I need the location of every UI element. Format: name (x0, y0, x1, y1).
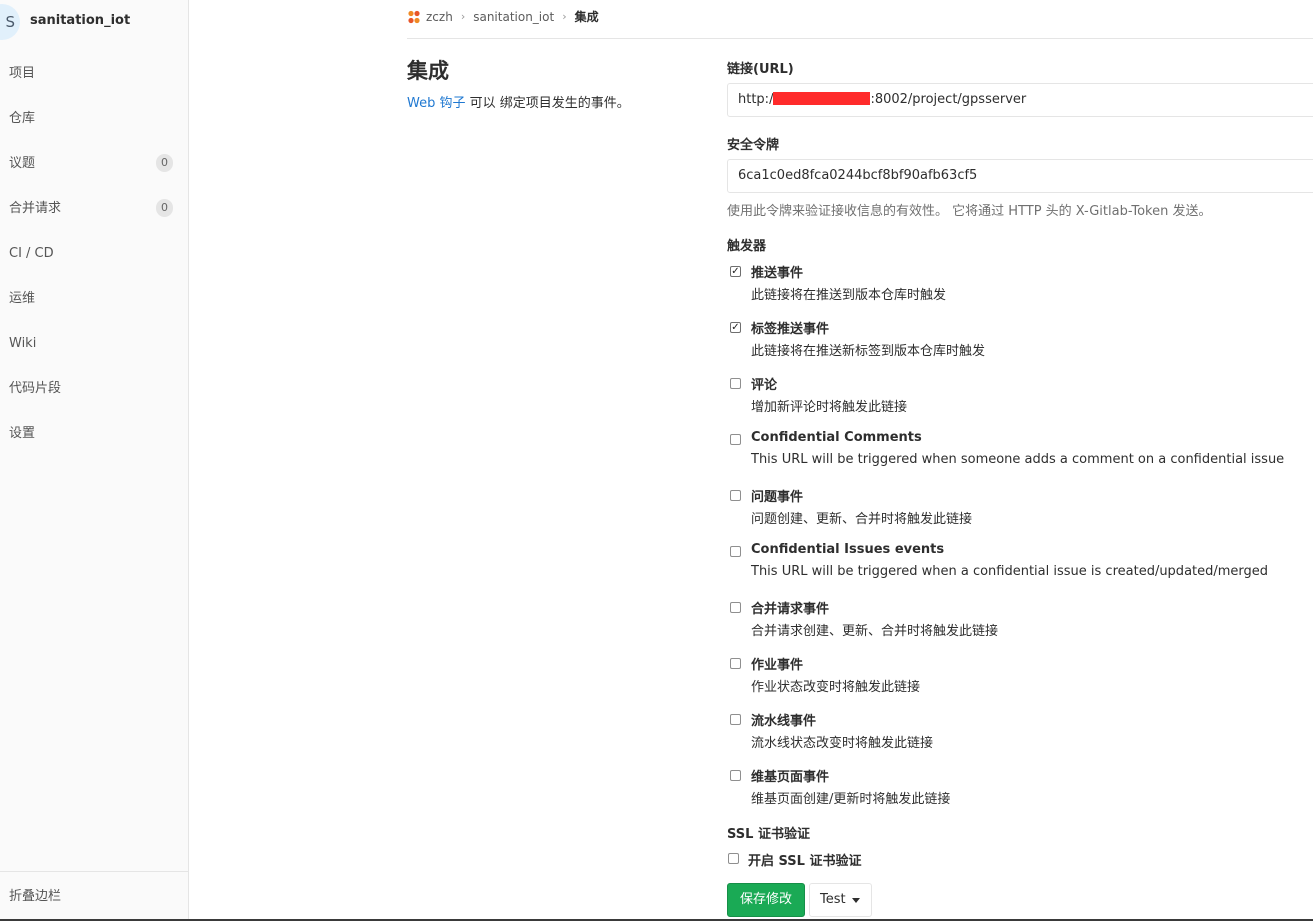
sidebar-item-issues[interactable]: 议题 0 (0, 141, 188, 186)
test-button-label: Test (820, 892, 846, 907)
trigger-job-events: 作业事件 作业状态改变时将触发此链接 (727, 654, 1313, 704)
trigger-title: 评论 (751, 378, 778, 393)
chevron-right-icon: › (562, 10, 567, 23)
url-prefix: http:/ (738, 92, 774, 107)
sidebar-item-label: 运维 (9, 291, 36, 306)
trigger-description: 此链接将在推送新标签到版本仓库时触发 (751, 344, 986, 359)
breadcrumb: zczh › sanitation_iot › 集成 (407, 0, 1313, 39)
sidebar-item-snippets[interactable]: 代码片段 (0, 366, 188, 411)
sidebar-item-label: Wiki (9, 336, 37, 351)
collapse-sidebar-button[interactable]: 折叠边栏 (0, 871, 188, 921)
url-label: 链接(URL) (727, 62, 794, 77)
sidebar-item-label: 仓库 (9, 111, 36, 126)
secret-token-label: 安全令牌 (727, 138, 780, 153)
group-logo-icon (408, 10, 420, 23)
sidebar-project-header[interactable]: S sanitation_iot (0, 0, 188, 44)
trigger-description: 作业状态改变时将触发此链接 (751, 680, 921, 695)
issues-count-badge: 0 (156, 154, 173, 172)
trigger-push-events: ✓ 推送事件 此链接将在推送到版本仓库时触发 (727, 262, 1313, 312)
sidebar-item-settings[interactable]: 设置 (0, 411, 188, 456)
sidebar-item-label: 议题 (9, 156, 36, 171)
trigger-description: This URL will be triggered when a confid… (751, 564, 1269, 579)
trigger-title: 维基页面事件 (751, 770, 830, 785)
secret-token-input[interactable]: 6ca1c0ed8fca0244bcf8bf90afb63cf5 (727, 159, 1313, 193)
breadcrumb-group[interactable]: zczh (426, 10, 453, 24)
sidebar-nav: 项目 仓库 议题 0 合并请求 0 CI / CD 运维 Wiki 代码片段 设置 (0, 51, 188, 456)
breadcrumb-current[interactable]: 集成 (575, 8, 599, 25)
page-description: Web 钩子 可以 绑定项目发生的事件。 (407, 92, 630, 111)
trigger-description: 维基页面创建/更新时将触发此链接 (751, 792, 951, 807)
trigger-tag-push-events: ✓ 标签推送事件 此链接将在推送新标签到版本仓库时触发 (727, 318, 1313, 368)
caret-down-icon (852, 898, 860, 903)
merge-request-events-checkbox[interactable] (730, 602, 741, 613)
sidebar-item-repository[interactable]: 仓库 (0, 96, 188, 141)
issues-events-checkbox[interactable] (730, 490, 741, 501)
test-dropdown-button[interactable]: Test (809, 883, 872, 917)
trigger-title: 流水线事件 (751, 714, 817, 729)
project-name[interactable]: sanitation_iot (30, 13, 130, 28)
trigger-title: 标签推送事件 (751, 322, 830, 337)
sidebar-item-label: 代码片段 (9, 381, 62, 396)
sidebar-item-ci-cd[interactable]: CI / CD (0, 231, 188, 276)
trigger-description: 合并请求创建、更新、合并时将触发此链接 (751, 624, 999, 639)
job-events-checkbox[interactable] (730, 658, 741, 669)
confidential-comments-checkbox[interactable] (730, 434, 741, 445)
breadcrumb-project[interactable]: sanitation_iot (473, 10, 554, 24)
chevron-right-icon: › (460, 10, 466, 23)
sidebar-item-label: 设置 (9, 426, 36, 441)
trigger-wiki-page-events: 维基页面事件 维基页面创建/更新时将触发此链接 (727, 766, 1313, 816)
trigger-merge-request-events: 合并请求事件 合并请求创建、更新、合并时将触发此链接 (727, 598, 1313, 648)
push-events-checkbox[interactable]: ✓ (730, 266, 741, 277)
trigger-comments: 评论 增加新评论时将触发此链接 (727, 374, 1313, 424)
trigger-confidential-comments: Confidential Comments This URL will be t… (727, 430, 1313, 480)
trigger-description: 流水线状态改变时将触发此链接 (751, 736, 934, 751)
sidebar-item-label: 合并请求 (9, 201, 62, 216)
project-avatar[interactable]: S (0, 4, 20, 40)
confidential-issues-events-checkbox[interactable] (730, 546, 741, 557)
url-suffix: :8002/project/gpsserver (870, 92, 1027, 107)
ssl-verification-checkbox-label[interactable]: 开启 SSL 证书验证 (748, 850, 861, 869)
merge-requests-count-badge: 0 (156, 199, 173, 217)
sidebar-item-wiki[interactable]: Wiki (0, 321, 188, 366)
sidebar-item-label: CI / CD (9, 246, 54, 261)
page-title: 集成 (407, 59, 449, 83)
trigger-description: 此链接将在推送到版本仓库时触发 (751, 288, 947, 303)
trigger-title: 作业事件 (751, 658, 804, 673)
sidebar-item-operations[interactable]: 运维 (0, 276, 188, 321)
sidebar-item-label: 项目 (9, 66, 36, 81)
trigger-description: 增加新评论时将触发此链接 (751, 400, 908, 415)
trigger-title: 推送事件 (751, 266, 804, 281)
save-changes-button[interactable]: 保存修改 (727, 883, 805, 917)
sidebar: S sanitation_iot 项目 仓库 议题 0 合并请求 0 CI / CD… (0, 0, 189, 921)
comments-checkbox[interactable] (730, 378, 741, 389)
url-input[interactable]: http:/ :8002/project/gpsserver (727, 83, 1313, 117)
trigger-pipeline-events: 流水线事件 流水线状态改变时将触发此链接 (727, 710, 1313, 760)
sidebar-item-merge-requests[interactable]: 合并请求 0 (0, 186, 188, 231)
wiki-page-events-checkbox[interactable] (730, 770, 741, 781)
secret-token-help: 使用此令牌来验证接收信息的有效性。 它将通过 HTTP 头的 X-Gitlab-… (727, 204, 1212, 219)
pipeline-events-checkbox[interactable] (730, 714, 741, 725)
triggers-label: 触发器 (727, 239, 767, 254)
ssl-verification-option: 开启 SSL 证书验证 (727, 850, 1027, 870)
page-description-text: 可以 绑定项目发生的事件。 (465, 96, 630, 111)
tag-push-events-checkbox[interactable]: ✓ (730, 322, 741, 333)
redacted-host (773, 92, 871, 105)
ssl-verification-label: SSL 证书验证 (727, 827, 810, 842)
trigger-title: Confidential Issues events (751, 542, 945, 557)
trigger-confidential-issues-events: Confidential Issues events This URL will… (727, 542, 1313, 592)
trigger-description: 问题创建、更新、合并时将触发此链接 (751, 512, 973, 527)
trigger-title: Confidential Comments (751, 430, 922, 445)
trigger-title: 问题事件 (751, 490, 804, 505)
collapse-sidebar-label: 折叠边栏 (9, 889, 62, 904)
trigger-description: This URL will be triggered when someone … (751, 452, 1285, 467)
trigger-issues-events: 问题事件 问题创建、更新、合并时将触发此链接 (727, 486, 1313, 536)
webhooks-docs-link[interactable]: Web 钩子 (407, 96, 465, 111)
sidebar-item-project[interactable]: 项目 (0, 51, 188, 96)
trigger-title: 合并请求事件 (751, 602, 830, 617)
ssl-verification-checkbox[interactable] (728, 853, 739, 864)
